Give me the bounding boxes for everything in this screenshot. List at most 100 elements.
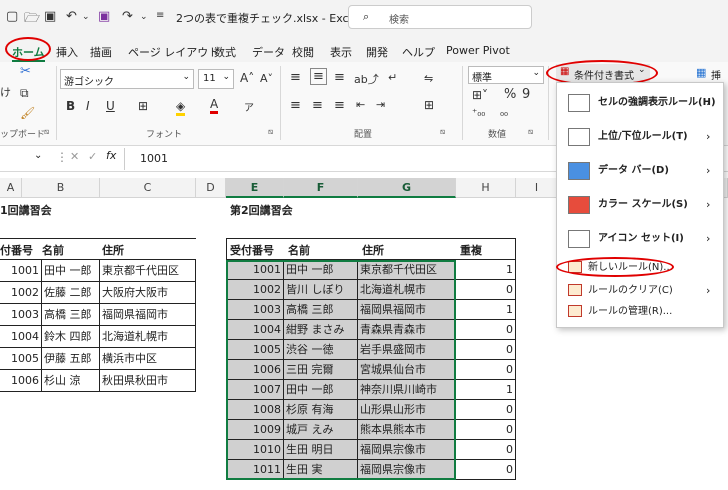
table1-cell-id[interactable]: 1005 (0, 348, 42, 370)
align-right-icon[interactable]: ≡ (334, 98, 345, 113)
table1-cell-name[interactable]: 伊藤 五郎 (42, 348, 100, 370)
table1-cell-name[interactable]: 田中 一郎 (42, 260, 100, 282)
enter-icon[interactable]: ✓ (88, 150, 97, 163)
table2-cell-dup[interactable]: 0 (456, 280, 516, 300)
column-header-g[interactable]: G (358, 178, 456, 198)
table2-cell-dup[interactable]: 0 (456, 360, 516, 380)
table2-cell-dup[interactable]: 0 (456, 440, 516, 460)
align-center-icon[interactable]: ≡ (312, 98, 323, 113)
table2-cell-id[interactable]: 1002 (226, 280, 284, 300)
table2-cell-id[interactable]: 1011 (226, 460, 284, 480)
fx-icon[interactable]: fx (106, 149, 116, 162)
cut-icon[interactable]: ✂ (20, 64, 31, 79)
chevron-down-icon[interactable]: ⌄ (34, 150, 42, 161)
align-middle-icon[interactable]: ≡ (310, 68, 327, 85)
table2-cell-dup[interactable]: 1 (456, 380, 516, 400)
manage-rules-item[interactable]: ルールの管理(R)... (558, 302, 722, 322)
table1-cell-id[interactable]: 1003 (0, 304, 42, 326)
save-icon[interactable]: ▣ (44, 9, 56, 24)
table1-cell-name[interactable]: 杉山 涼 (42, 370, 100, 392)
save-as-icon[interactable]: ▣ (98, 9, 110, 24)
column-header-h[interactable]: H (456, 178, 516, 198)
insert-cells-icon[interactable]: ▦ (696, 66, 706, 79)
font-name-select[interactable]: 游ゴシック ⌄ (60, 69, 194, 89)
table2-cell-dup[interactable]: 0 (456, 400, 516, 420)
orientation-icon[interactable]: ab⤴ (354, 71, 379, 87)
color-scale-item[interactable]: カラー スケール(S) › (558, 188, 722, 222)
table2-cell-address[interactable]: 宮城県仙台市 (358, 360, 456, 380)
format-painter-icon[interactable]: 🖌 (20, 106, 35, 120)
column-header-e[interactable]: E (226, 178, 284, 198)
highlight-cells-rules-item[interactable]: セルの強調表示ルール(H) › (558, 86, 722, 120)
table2-cell-name[interactable]: 田中 一郎 (284, 260, 358, 280)
column-header-c[interactable]: C (100, 178, 196, 198)
underline-icon[interactable]: U (106, 99, 115, 113)
tab-data[interactable]: データ (252, 44, 285, 60)
table2-cell-address[interactable]: 東京都千代田区 (358, 260, 456, 280)
customize-icon[interactable]: ≡ (156, 10, 164, 21)
column-header-i[interactable]: I (516, 178, 558, 198)
table2-cell-id[interactable]: 1007 (226, 380, 284, 400)
italic-icon[interactable]: I (86, 99, 90, 113)
tab-draw[interactable]: 描画 (90, 44, 112, 60)
table2-cell-name[interactable]: 生田 明日 (284, 440, 358, 460)
search-box[interactable]: ⌕ 検索 (348, 5, 532, 29)
font-color-icon[interactable]: A (210, 97, 219, 114)
table2-cell-address[interactable]: 福岡県宗像市 (358, 440, 456, 460)
chevron-down-icon[interactable]: ⌄ (82, 12, 90, 22)
table2-cell-id[interactable]: 1005 (226, 340, 284, 360)
align-left-icon[interactable]: ≡ (290, 98, 301, 113)
table2-cell-name[interactable]: 高橋 三郎 (284, 300, 358, 320)
table2-cell-id[interactable]: 1006 (226, 360, 284, 380)
font-size-select[interactable]: 11 ⌄ (198, 69, 234, 89)
table2-cell-dup[interactable]: 0 (456, 460, 516, 480)
table1-cell-address[interactable]: 横浜市中区 (100, 348, 196, 370)
table2-cell-dup[interactable]: 0 (456, 320, 516, 340)
table2-cell-name[interactable]: 生田 実 (284, 460, 358, 480)
table2-cell-name[interactable]: 紺野 まさみ (284, 320, 358, 340)
merge-center-icon[interactable]: ⊞ (424, 98, 434, 112)
decrease-indent-icon[interactable]: ⇤ (356, 98, 365, 111)
table2-cell-dup[interactable]: 1 (456, 300, 516, 320)
formula-input[interactable]: 1001 (140, 152, 168, 165)
table2-cell-id[interactable]: 1004 (226, 320, 284, 340)
table2-cell-address[interactable]: 青森県青森市 (358, 320, 456, 340)
tab-view[interactable]: 表示 (330, 44, 352, 60)
align-bottom-icon[interactable]: ≡ (334, 70, 345, 85)
tab-review[interactable]: 校閲 (292, 44, 314, 60)
copy-icon[interactable]: ⧉ (20, 86, 29, 101)
table2-cell-address[interactable]: 福岡県福岡市 (358, 300, 456, 320)
wrap-text-icon[interactable]: ↵ (388, 71, 397, 84)
table2-cell-name[interactable]: 城戸 えみ (284, 420, 358, 440)
table2-cell-address[interactable]: 福岡県宗像市 (358, 460, 456, 480)
table1-cell-address[interactable]: 東京都千代田区 (100, 260, 196, 282)
table1-cell-address[interactable]: 福岡県福岡市 (100, 304, 196, 326)
table2-cell-id[interactable]: 1003 (226, 300, 284, 320)
table2-cell-name[interactable]: 皆川 しぼり (284, 280, 358, 300)
table2-cell-name[interactable]: 田中 一郎 (284, 380, 358, 400)
border-icon[interactable]: ⊞ (138, 99, 148, 113)
percent-icon[interactable]: % (504, 87, 516, 102)
table2-cell-name[interactable]: 三田 完爾 (284, 360, 358, 380)
increase-indent-icon[interactable]: ⇥ (376, 98, 385, 111)
decrease-font-icon[interactable]: A˅ (260, 72, 273, 85)
table1-cell-id[interactable]: 1001 (0, 260, 42, 282)
top-bottom-rules-item[interactable]: 上位/下位ルール(T) › (558, 120, 722, 154)
table1-cell-id[interactable]: 1002 (0, 282, 42, 304)
table2-cell-dup[interactable]: 1 (456, 260, 516, 280)
launcher-icon[interactable]: ⧅ (528, 127, 533, 137)
table2-cell-dup[interactable]: 0 (456, 420, 516, 440)
column-header-a[interactable]: A (0, 178, 22, 198)
number-format-select[interactable]: 標準 ⌄ (468, 66, 544, 84)
table2-cell-address[interactable]: 北海道札幌市 (358, 280, 456, 300)
launcher-icon[interactable]: ⧅ (268, 127, 273, 137)
open-icon[interactable]: 🗁 (24, 9, 40, 31)
chevron-down-icon[interactable]: ⌄ (140, 12, 148, 22)
cancel-icon[interactable]: ✕ (70, 150, 79, 163)
table1-cell-name[interactable]: 佐藤 二郎 (42, 282, 100, 304)
column-header-b[interactable]: B (22, 178, 100, 198)
table2-cell-name[interactable]: 渋谷 一徳 (284, 340, 358, 360)
column-header-f[interactable]: F (284, 178, 358, 198)
undo-icon[interactable]: ↶ (66, 9, 77, 24)
redo-icon[interactable]: ↷ (122, 9, 133, 24)
